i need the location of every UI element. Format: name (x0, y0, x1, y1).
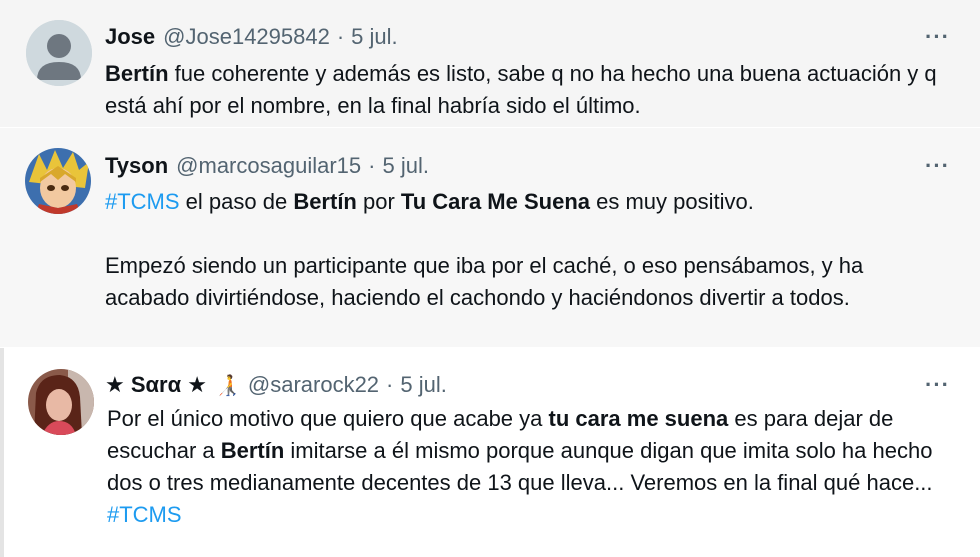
anime-character-icon (25, 148, 91, 214)
more-options-icon[interactable]: ··· (925, 372, 950, 398)
tweet-date[interactable]: 5 jul. (351, 24, 397, 50)
separator-dot: · (386, 372, 394, 397)
bold-mention: Bertín (293, 189, 357, 214)
text-segment: fue coherente y además es listo, sabe q … (105, 61, 937, 118)
tweet-header: ★ Sαrα ★ 🧑‍🦯 @sararock22 · 5 jul. (105, 372, 447, 398)
person-with-cane-emoji-icon: 🧑‍🦯 (214, 374, 240, 397)
photo-portrait-icon (28, 369, 94, 435)
person-silhouette-icon (26, 20, 92, 86)
text-segment: el paso de (179, 189, 294, 214)
paragraph-1: #TCMS el paso de Bertín por Tu Cara Me S… (105, 186, 945, 218)
author-handle[interactable]: @marcosaguilar15 (176, 153, 361, 179)
bold-mention: tu cara me suena (548, 406, 729, 431)
tweet-date[interactable]: 5 jul. (400, 372, 446, 398)
tweet-date[interactable]: 5 jul. (382, 153, 428, 179)
author-name[interactable]: ★ Sαrα ★ (105, 372, 207, 398)
author-handle[interactable]: @Jose14295842 (163, 24, 330, 50)
text-segment: Por el único motivo que quiero que acabe… (107, 406, 549, 431)
tweet-text: Bertín fue coherente y además es listo, … (105, 58, 945, 122)
hashtag-link[interactable]: #TCMS (107, 502, 182, 527)
avatar-default-icon[interactable] (26, 20, 92, 86)
more-options-icon[interactable]: ··· (925, 153, 950, 179)
avatar-sara-icon[interactable] (28, 369, 94, 435)
paragraph-2: Empezó siendo un participante que iba po… (105, 253, 864, 310)
more-options-icon[interactable]: ··· (925, 24, 950, 50)
bold-mention: Tu Cara Me Suena (400, 189, 590, 214)
separator-dot: · (336, 24, 345, 49)
bold-mention: Bertín (105, 61, 169, 86)
text-segment: es muy positivo. (590, 189, 754, 214)
tweet-header: Tyson @marcosaguilar15 · 5 jul. (105, 153, 429, 179)
tweet-text: Por el único motivo que quiero que acabe… (107, 403, 937, 531)
avatar-tyson-icon[interactable] (25, 148, 91, 214)
separator-dot: · (368, 153, 376, 178)
text-segment: por (356, 189, 401, 214)
author-name[interactable]: Tyson (105, 153, 168, 179)
bold-mention: Bertín (220, 438, 285, 463)
tweet-header: Jose @Jose14295842 · 5 jul. (105, 24, 398, 50)
tweet-jose[interactable]: Jose @Jose14295842 · 5 jul. ··· Bertín f… (0, 0, 980, 127)
tweet-text: #TCMS el paso de Bertín por Tu Cara Me S… (105, 186, 945, 314)
hashtag-link[interactable]: #TCMS (105, 189, 180, 214)
author-name[interactable]: Jose (105, 24, 155, 50)
author-handle[interactable]: @sararock22 (248, 372, 379, 398)
